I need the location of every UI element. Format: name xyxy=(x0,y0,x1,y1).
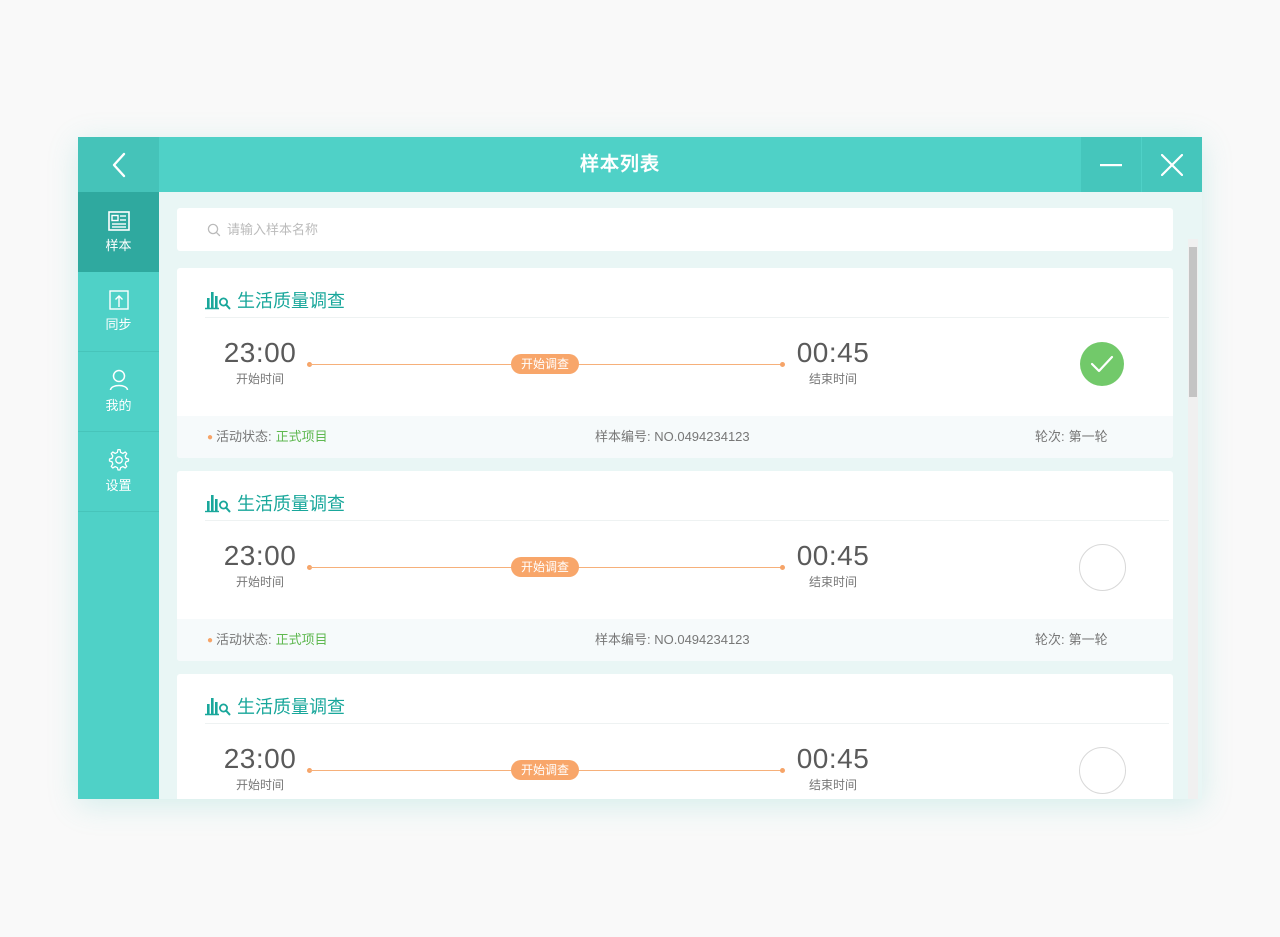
sample-number: 样本编号: NO.0494234123 xyxy=(595,429,750,444)
completion-checkbox[interactable] xyxy=(1079,544,1126,591)
round-info: 轮次: 第一轮 xyxy=(1035,619,1108,661)
search-icon xyxy=(207,223,221,236)
completion-checkbox[interactable] xyxy=(1080,342,1124,386)
start-survey-button[interactable]: 开始调查 xyxy=(511,557,579,577)
gear-icon xyxy=(108,449,129,471)
app-window: 样本列表 样本 同步 我的 设置 请输入样本名称 生活质量调查 23:00 开始… xyxy=(78,137,1202,799)
end-time-label: 结束时间 xyxy=(808,575,857,589)
round-value: 第一轮 xyxy=(1068,632,1108,647)
upload-sync-icon xyxy=(108,290,129,310)
start-time-block: 23:00 开始时间 xyxy=(210,744,310,793)
close-button[interactable] xyxy=(1142,137,1202,192)
status-value: 正式项目 xyxy=(275,429,328,444)
round-label: 轮次: xyxy=(1035,632,1065,647)
end-time-block: 00:45 结束时间 xyxy=(783,338,883,387)
start-time: 23:00 xyxy=(223,337,297,368)
page-title: 样本列表 xyxy=(579,154,660,175)
vertical-scrollbar[interactable] xyxy=(1188,239,1198,799)
card-title: 生活质量调查 xyxy=(237,696,345,717)
status-value: 正式项目 xyxy=(275,632,328,647)
main-content: 生活质量调查 23:00 开始时间 开始调查 00:45 结束时间 ●活动 xyxy=(159,192,1202,799)
activity-status: ● 活动状态: 正式项目 xyxy=(207,416,328,458)
status-label: 活动状态: xyxy=(216,632,272,647)
sidebar-item-settings[interactable]: 设置 xyxy=(78,432,159,512)
survey-analytics-icon xyxy=(205,494,231,512)
start-time-label: 开始时间 xyxy=(235,372,284,386)
sidebar-item-mine[interactable]: 我的 xyxy=(78,352,159,432)
survey-analytics-icon xyxy=(205,697,231,715)
sample-card[interactable]: 生活质量调查 23:00 开始时间 开始调查 00:45 结束时间 xyxy=(177,674,1173,799)
card-title: 生活质量调查 xyxy=(237,290,345,311)
sidebar-item-label: 样本 xyxy=(105,237,132,253)
close-icon xyxy=(1161,153,1183,176)
card-header: 生活质量调查 xyxy=(205,688,1169,724)
search-bar[interactable] xyxy=(177,208,1173,251)
end-time-label: 结束时间 xyxy=(808,372,857,386)
sample-number: 样本编号: NO.0494234123 xyxy=(595,632,750,647)
activity-status: ● 活动状态: 正式项目 xyxy=(207,619,328,661)
end-time: 00:45 xyxy=(796,743,870,774)
card-footer: ● 活动状态: 正式项目 样本编号: NO.0494234123 轮次: 第一轮 xyxy=(177,619,1173,661)
end-time-block: 00:45 结束时间 xyxy=(783,541,883,590)
completion-checkbox[interactable] xyxy=(1079,747,1126,794)
minimize-icon xyxy=(1100,163,1122,166)
round-label: 轮次: xyxy=(1035,429,1065,444)
end-time-block: 00:45 结束时间 xyxy=(783,744,883,793)
back-button[interactable] xyxy=(78,137,159,192)
title-bar: 样本列表 xyxy=(78,137,1202,192)
end-time: 00:45 xyxy=(796,540,870,571)
card-header: 生活质量调查 xyxy=(205,282,1169,318)
end-time: 00:45 xyxy=(796,337,870,368)
round-value: 第一轮 xyxy=(1068,429,1108,444)
sidebar-item-sync[interactable]: 同步 xyxy=(78,272,159,352)
status-label: 活动状态: xyxy=(216,429,272,444)
round-info: 轮次: 第一轮 xyxy=(1035,416,1108,458)
scrollbar-thumb[interactable] xyxy=(1189,247,1197,397)
document-list-icon xyxy=(107,210,130,231)
start-survey-button[interactable]: 开始调查 xyxy=(511,354,579,374)
end-time-label: 结束时间 xyxy=(808,778,857,792)
sidebar-item-samples[interactable]: 样本 xyxy=(78,192,159,272)
start-survey-button[interactable]: 开始调查 xyxy=(511,760,579,780)
checkmark-icon xyxy=(1090,355,1114,373)
start-time-label: 开始时间 xyxy=(235,778,284,792)
sidebar: 样本 同步 我的 设置 xyxy=(78,192,159,799)
start-time-label: 开始时间 xyxy=(235,575,284,589)
sample-card[interactable]: 生活质量调查 23:00 开始时间 开始调查 00:45 结束时间 ● 活动状态:… xyxy=(177,471,1173,661)
sample-card[interactable]: 生活质量调查 23:00 开始时间 开始调查 00:45 结束时间 ● 活动状态… xyxy=(177,268,1173,458)
bullet-dot-icon: ● xyxy=(207,635,214,646)
sidebar-item-label: 我的 xyxy=(105,398,132,413)
start-time-block: 23:00 开始时间 xyxy=(210,541,310,590)
card-title: 生活质量调查 xyxy=(237,493,345,514)
bullet-dot-icon: ● xyxy=(207,432,214,443)
survey-analytics-icon xyxy=(205,291,231,309)
card-header: 生活质量调查 xyxy=(205,485,1169,521)
sidebar-item-label: 同步 xyxy=(105,317,132,332)
user-icon xyxy=(109,369,128,391)
search-input[interactable] xyxy=(225,221,629,238)
start-time: 23:00 xyxy=(223,540,297,571)
chevron-left-icon xyxy=(112,152,125,177)
minimize-button[interactable] xyxy=(1081,137,1141,192)
start-time: 23:00 xyxy=(223,743,297,774)
sidebar-item-label: 设置 xyxy=(105,478,132,493)
card-footer: ● 活动状态: 正式项目 样本编号: NO.0494234123 轮次: 第一轮 xyxy=(177,416,1173,458)
start-time-block: 23:00 开始时间 xyxy=(210,338,310,387)
